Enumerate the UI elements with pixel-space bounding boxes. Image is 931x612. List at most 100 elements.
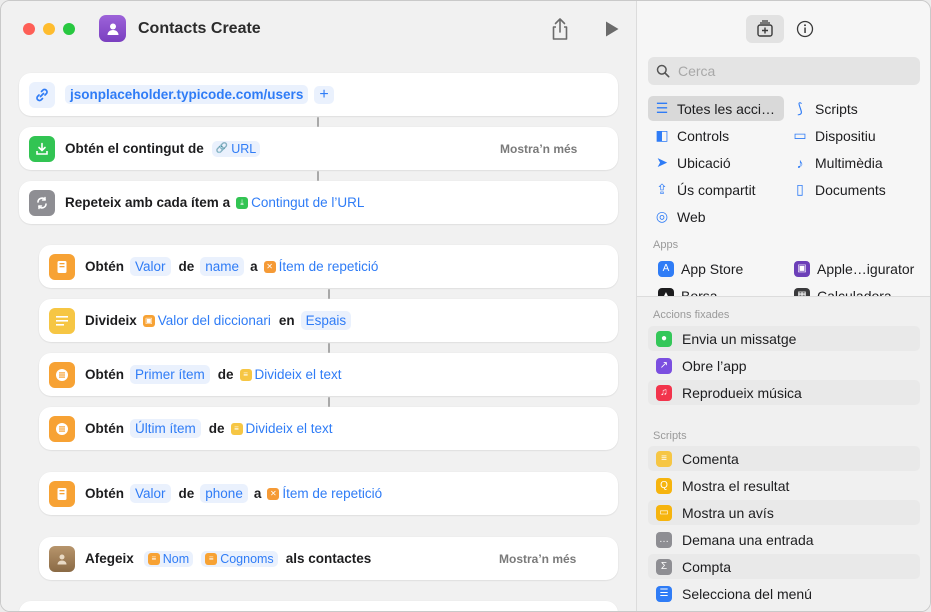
category-controls[interactable]: ◧ Controls — [648, 123, 784, 148]
shortcut-contact-icon[interactable] — [99, 15, 126, 42]
download-icon — [29, 135, 55, 162]
apps-section-label: Apps — [653, 239, 679, 251]
pinned-play-music[interactable]: ♫ Reprodueix música — [648, 380, 920, 405]
url-token[interactable]: jsonplaceholder.typicode.com/users — [65, 85, 309, 104]
add-verb: Afegeix — [85, 551, 134, 566]
music-note-icon: ♪ — [796, 154, 804, 171]
dictionary-value-token[interactable]: ▣ Valor del diccionari — [142, 313, 271, 328]
text-lines-icon — [49, 307, 75, 334]
category-scripts[interactable]: ⟆ Scripts — [786, 96, 920, 121]
close-window-button[interactable] — [23, 23, 35, 35]
category-all-actions[interactable]: ☰ Totes les acci… — [648, 96, 784, 121]
run-play-icon[interactable] — [604, 20, 620, 38]
action-label: Mostra un avís — [682, 504, 774, 521]
category-location[interactable]: ➤ Ubicació — [648, 150, 784, 175]
search-field[interactable]: Cerca — [648, 57, 920, 85]
category-documents[interactable]: ▯ Documents — [786, 177, 920, 202]
action-label: Demana una entrada — [682, 531, 814, 548]
script-comment[interactable]: ≡ Comenta — [648, 446, 920, 471]
compass-icon: ◎ — [655, 208, 669, 224]
word-de: de — [208, 421, 225, 436]
zoom-window-button[interactable] — [63, 23, 75, 35]
search-placeholder: Cerca — [678, 63, 716, 79]
script-count[interactable]: Σ Compta — [648, 554, 920, 579]
repeat-action-card[interactable]: Repeteix amb cada ítem a ⤓ Contingut de l… — [19, 181, 618, 224]
category-sharing[interactable]: ⇪ Ús compartit — [648, 177, 784, 202]
list-mini-icon: ≡ — [205, 552, 218, 565]
get-value-name-card[interactable]: Obtén Valor de name a ✕ Ítem de repetició — [39, 245, 618, 288]
list-icon — [49, 415, 75, 442]
app-label: Borsa — [681, 287, 718, 297]
word-a: a — [250, 259, 258, 274]
pinned-send-message[interactable]: ● Envia un missatge — [648, 326, 920, 351]
word-de: de — [217, 367, 234, 382]
info-button[interactable] — [786, 15, 824, 43]
url-contents-token[interactable]: ⤓ Contingut de l’URL — [236, 195, 364, 210]
pinned-open-app[interactable]: ↗ Obre l’app — [648, 353, 920, 378]
split-text-card[interactable]: Divideix ▣ Valor del diccionari en Espais — [39, 299, 618, 342]
url-variable-token[interactable]: 🔗 URL — [211, 140, 261, 157]
repeat-item-label: Ítem de repetició — [278, 259, 379, 274]
app-apple-configurator[interactable]: ▣ Apple…igurator — [788, 256, 922, 281]
first-item-token[interactable]: Primer ítem — [130, 365, 210, 384]
word-de: de — [178, 259, 195, 274]
url-action-card[interactable]: jsonplaceholder.typicode.com/users + — [19, 73, 618, 116]
app-label: Apple…igurator — [817, 260, 915, 277]
repeat-icon — [29, 189, 55, 216]
stocks-icon: ▲ — [658, 287, 674, 296]
next-action-card[interactable] — [19, 601, 618, 611]
category-web[interactable]: ◎ Web — [648, 204, 784, 229]
spaces-token[interactable]: Espais — [300, 311, 352, 330]
get-contents-action-card[interactable]: Obtén el contingut de 🔗 URL Mostra’n més — [19, 127, 618, 170]
app-calculator[interactable]: ▦ Calculadora — [788, 283, 922, 296]
value-token[interactable]: Valor — [130, 257, 171, 276]
key-name-token[interactable]: name — [200, 257, 245, 276]
text-mini-icon: ≡ — [230, 422, 243, 435]
first-item-card[interactable]: Obtén Primer ítem de ≡ Divideix el text — [39, 353, 618, 396]
show-more-button[interactable]: Mostra’n més — [499, 552, 576, 566]
split-text-token[interactable]: ≡ Divideix el text — [230, 421, 333, 436]
category-device[interactable]: ▭ Dispositiu — [786, 123, 920, 148]
search-icon — [656, 64, 670, 78]
category-label: Ús compartit — [677, 181, 756, 198]
show-more-button[interactable]: Mostra’n més — [500, 142, 577, 156]
show-result-icon: Q — [656, 477, 672, 494]
action-label: Mostra el resultat — [682, 477, 790, 494]
last-name-token[interactable]: ≡ Cognoms — [201, 550, 278, 567]
connector — [317, 171, 319, 181]
action-library-button[interactable] — [746, 15, 784, 43]
first-name-token[interactable]: ≡ Nom — [143, 550, 194, 567]
script-show-alert[interactable]: ▭ Mostra un avís — [648, 500, 920, 525]
add-url-button[interactable]: + — [314, 85, 334, 104]
action-label: Reprodueix música — [682, 384, 802, 401]
add-contact-card[interactable]: Afegeix ≡ Nom ≡ Cognoms als contactes Most… — [39, 537, 618, 580]
app-stocks[interactable]: ▲ Borsa — [652, 283, 786, 296]
last-item-card[interactable]: Obtén Últim ítem de ≡ Divideix el text — [39, 407, 618, 450]
minimize-window-button[interactable] — [43, 23, 55, 35]
dictionary-mini-icon: ▣ — [142, 314, 155, 327]
repeat-item-token[interactable]: ✕ Ítem de repetició — [263, 259, 379, 274]
count-icon: Σ — [656, 558, 672, 575]
shortcut-title[interactable]: Contacts Create — [138, 20, 261, 38]
repeat-item-token[interactable]: ✕ Ítem de repetició — [267, 486, 382, 501]
script-ask-input[interactable]: … Demana una entrada — [648, 527, 920, 552]
split-text-token[interactable]: ≡ Divideix el text — [239, 367, 342, 382]
script-choose-from-menu[interactable]: ☰ Selecciona del menú — [648, 581, 920, 606]
last-item-token[interactable]: Últim ítem — [130, 419, 201, 438]
app-app-store[interactable]: A App Store — [652, 256, 786, 281]
category-media[interactable]: ♪ Multimèdia — [786, 150, 920, 175]
get-value-phone-card[interactable]: Obtén Valor de phone a ✕ Ítem de repetici… — [39, 472, 618, 515]
repeat-item-label: Ítem de repetició — [282, 486, 383, 501]
word-en: en — [278, 313, 295, 328]
contacts-app-icon — [49, 545, 75, 572]
script-show-result[interactable]: Q Mostra el resultat — [648, 473, 920, 498]
text-mini-icon: ≡ — [239, 368, 252, 381]
display-icon: ▭ — [793, 127, 807, 143]
connector — [317, 117, 319, 127]
apps-overflow-clip: ▲ Borsa ▦ Calculadora — [637, 283, 930, 296]
share-icon[interactable] — [549, 17, 571, 41]
key-phone-token[interactable]: phone — [200, 484, 248, 503]
value-token[interactable]: Valor — [130, 484, 171, 503]
connector — [328, 289, 330, 299]
word-a: a — [253, 486, 262, 501]
